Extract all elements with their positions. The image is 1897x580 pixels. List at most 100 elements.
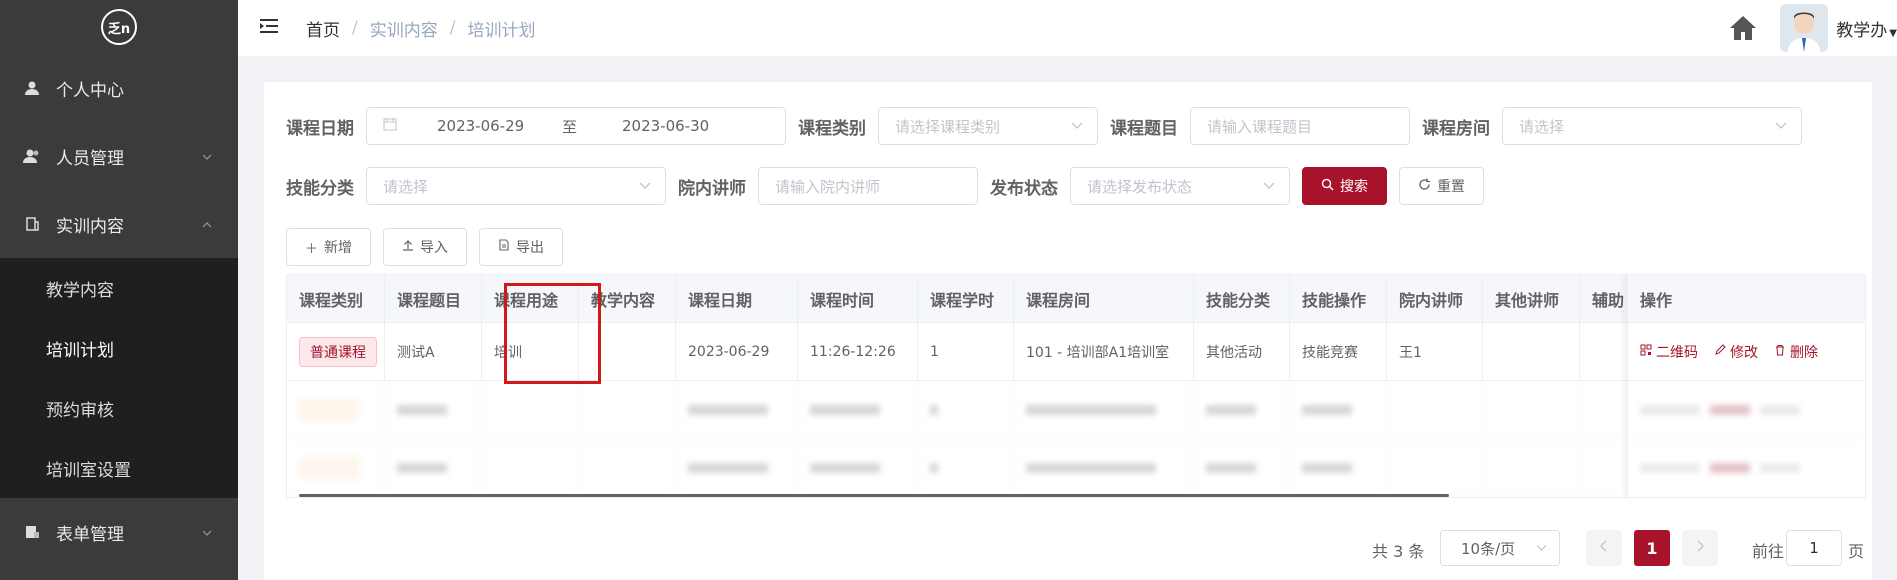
blurred-text [688, 404, 768, 415]
search-button-label: 搜索 [1340, 179, 1368, 195]
sidebar-subitem-booking-review[interactable]: 预约审核 [0, 378, 238, 438]
blurred-text [1206, 462, 1256, 473]
reset-button[interactable]: 重置 [1399, 167, 1484, 205]
col-category[interactable]: 课程类别 [287, 275, 385, 322]
col-date[interactable]: 课程日期 [676, 275, 798, 322]
category-placeholder: 请选择课程类别 [895, 117, 1001, 136]
qrcode-link[interactable]: 二维码 [1640, 342, 1698, 362]
add-button-label: 新增 [324, 240, 353, 256]
avatar[interactable] [1780, 4, 1829, 52]
date-to: 至 [562, 117, 578, 136]
room-select[interactable]: 请选择 [1502, 107, 1802, 145]
sidebar-item-form-management[interactable]: 表单管理 [0, 498, 238, 566]
col-time[interactable]: 课程时间 [798, 275, 918, 322]
cell-usage [482, 381, 579, 438]
topic-input[interactable]: 请输入课程题目 [1190, 107, 1410, 145]
col-skill[interactable]: 技能分类 [1194, 275, 1290, 322]
col-other-lecturer[interactable]: 其他讲师 [1483, 275, 1580, 322]
col-hours[interactable]: 课程学时 [918, 275, 1014, 322]
col-skill-op[interactable]: 技能操作 [1290, 275, 1387, 322]
sidebar-subitem-teaching-content[interactable]: 教学内容 [0, 258, 238, 318]
cell-skill-op [1290, 439, 1387, 496]
col-lecturer[interactable]: 院内讲师 [1387, 275, 1483, 322]
toolbar: ＋ 新增 导入 导出 [286, 228, 564, 266]
blurred-text [1302, 404, 1352, 415]
date-end[interactable]: 2023-06-30 [622, 117, 709, 135]
cell-ops [1628, 439, 1865, 497]
date-start[interactable]: 2023-06-29 [437, 117, 562, 135]
home-icon[interactable] [1728, 13, 1758, 43]
sidebar-item-label: 人员管理 [56, 148, 124, 169]
col-room[interactable]: 课程房间 [1014, 275, 1194, 322]
cell-room [1014, 381, 1194, 438]
form-icon [22, 522, 42, 542]
cell-time [798, 439, 918, 496]
blurred-text [1206, 404, 1256, 415]
cell-time [798, 381, 918, 438]
cell-room: 101 - 培训部A1培训室 [1014, 323, 1194, 380]
sidebar-item-personnel[interactable]: 人员管理 [0, 122, 238, 190]
cell-hours: 1 [918, 323, 1014, 380]
category-tag: 普通课程 [299, 336, 377, 367]
page-number-current[interactable]: 1 [1634, 530, 1670, 566]
add-button[interactable]: ＋ 新增 [286, 228, 372, 266]
sidebar-subitem-room-settings[interactable]: 培训室设置 [0, 438, 238, 498]
sidebar: 乏n 个人中心 人员管理 实训内容 教学内容 培训计划 预约审核 培训室设置 表… [0, 0, 238, 580]
menu-toggle-icon[interactable] [258, 17, 280, 39]
chevron-right-icon [1696, 540, 1704, 556]
page-word: 页 [1848, 542, 1865, 561]
cell-lecturer [1387, 381, 1483, 438]
sidebar-item-personal-center[interactable]: 个人中心 [0, 54, 238, 122]
page-size-value: 10条/页 [1461, 539, 1516, 558]
cell-usage [482, 439, 579, 496]
prev-page-button[interactable] [1586, 530, 1622, 566]
category-tag [299, 398, 359, 421]
breadcrumb-home[interactable]: 首页 [306, 16, 340, 41]
cell-topic [385, 439, 482, 496]
cell-topic [385, 381, 482, 438]
category-label: 课程类别 [798, 118, 866, 139]
reset-button-label: 重置 [1437, 179, 1465, 195]
cell-other-lecturer [1483, 323, 1580, 380]
edit-link[interactable]: 修改 [1714, 342, 1758, 362]
cell-lecturer: 王1 [1387, 323, 1483, 380]
user-name[interactable]: 教学办 [1836, 16, 1887, 41]
page-size-select[interactable]: 10条/页 [1440, 530, 1560, 566]
cell-category [287, 381, 385, 438]
delete-link[interactable]: 删除 [1774, 342, 1818, 362]
cell-date [676, 439, 798, 496]
export-button[interactable]: 导出 [479, 228, 564, 266]
import-button[interactable]: 导入 [383, 228, 468, 266]
lecturer-input[interactable]: 请输入院内讲师 [758, 167, 978, 205]
sidebar-item-label: 实训内容 [56, 216, 124, 237]
cell-hours [918, 381, 1014, 438]
sidebar-subitem-training-plan[interactable]: 培训计划 [0, 318, 238, 378]
col-topic[interactable]: 课程题目 [385, 275, 482, 322]
blurred-text [810, 462, 880, 473]
chevron-down-icon [1536, 542, 1547, 555]
qrcode-label: 二维码 [1656, 344, 1698, 361]
chevron-down-icon [639, 179, 651, 193]
import-button-label: 导入 [420, 240, 449, 256]
blurred-text [930, 404, 938, 415]
date-range-picker[interactable]: 2023-06-29 至 2023-06-30 [366, 107, 786, 145]
plus-icon: ＋ [305, 241, 319, 257]
category-select[interactable]: 请选择课程类别 [878, 107, 1098, 145]
status-select[interactable]: 请选择发布状态 [1070, 167, 1290, 205]
blurred-text [1640, 463, 1700, 473]
users-icon [22, 146, 42, 166]
blurred-text [810, 404, 880, 415]
search-button[interactable]: 搜索 [1302, 167, 1387, 205]
pagination-total: 共 3 条 [1372, 542, 1425, 561]
filter-row-1: 课程日期 2023-06-29 至 2023-06-30 课程类别 请选择课程类… [286, 107, 1802, 145]
search-icon [1321, 178, 1334, 195]
horizontal-scrollbar[interactable] [299, 494, 1449, 497]
next-page-button[interactable] [1682, 530, 1718, 566]
skill-select[interactable]: 请选择 [366, 167, 666, 205]
blurred-text [1760, 404, 1800, 415]
cell-skill [1194, 439, 1290, 496]
sidebar-item-training-content[interactable]: 实训内容 [0, 190, 238, 258]
skill-placeholder: 请选择 [383, 177, 429, 196]
goto-page-input[interactable]: 1 [1786, 530, 1842, 566]
caret-down-icon[interactable]: ▼ [1889, 28, 1897, 39]
